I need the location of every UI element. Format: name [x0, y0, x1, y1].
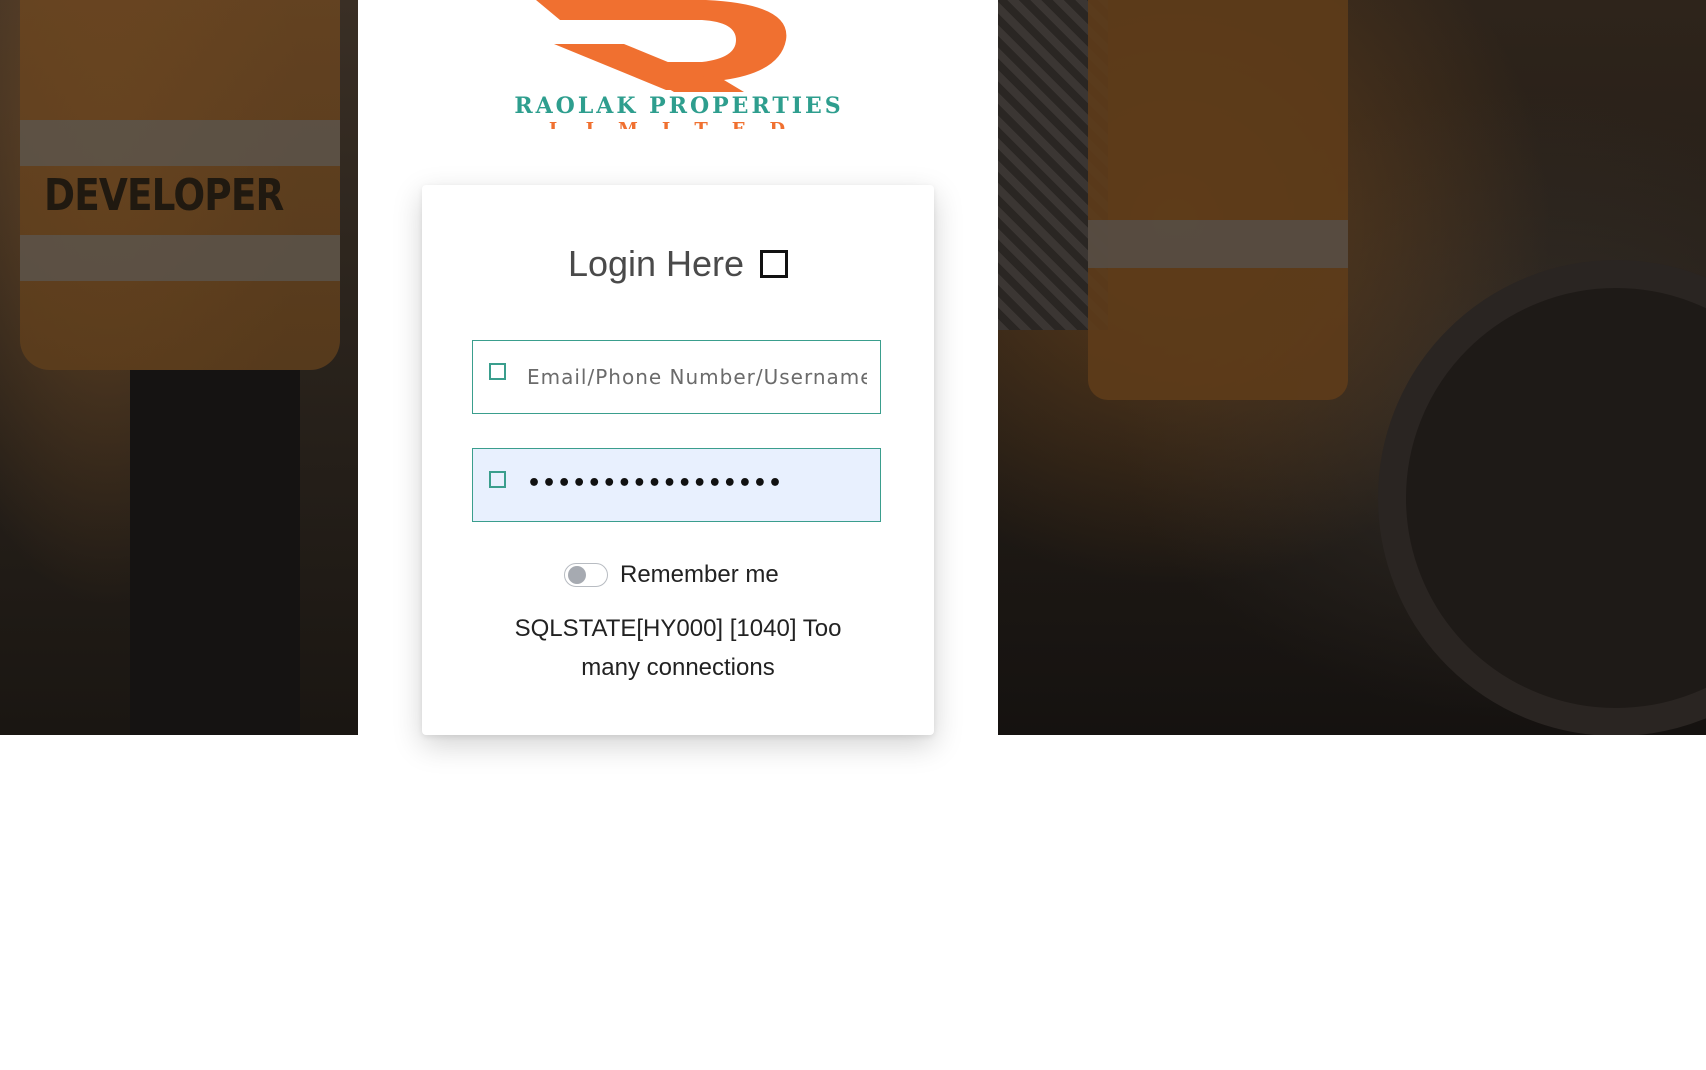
user-icon — [489, 363, 506, 380]
password-input[interactable]: ••••••••••••••••• — [527, 471, 783, 496]
safety-vest — [1088, 0, 1348, 400]
reflective-stripe — [1088, 220, 1348, 268]
background-photo-left: DEVELOPER — [0, 0, 358, 735]
reflective-stripe — [20, 235, 340, 281]
login-title-text: Login Here — [567, 243, 745, 284]
login-card: Login Here ••••••••••••••••• Remember me… — [422, 185, 934, 735]
brand-name: RAOLAK PROPERTIES — [514, 93, 843, 119]
square-icon — [760, 250, 789, 278]
lock-icon — [489, 471, 506, 488]
toggle-knob — [568, 566, 586, 584]
error-message: SQLSTATE[HY000] [1040] Too many connecti… — [514, 615, 842, 681]
remember-toggle[interactable] — [564, 563, 608, 587]
remember-label: Remember me — [620, 561, 779, 588]
brand-subtitle: LIMITED — [549, 119, 809, 135]
email-field[interactable] — [472, 340, 881, 414]
worker-legs — [130, 370, 300, 735]
login-page: DEVELOPER RAOLAK PROPERTIES LIMITED Logi… — [0, 0, 1706, 1070]
remember-me[interactable]: Remember me — [564, 559, 779, 591]
company-logo: RAOLAK PROPERTIES LIMITED — [514, 0, 843, 135]
vehicle-wheel — [1378, 260, 1706, 735]
background-photo-right — [998, 0, 1706, 735]
email-input[interactable] — [527, 341, 867, 412]
login-title: Login Here — [422, 243, 934, 285]
password-field[interactable]: ••••••••••••••••• — [472, 448, 881, 522]
vest-text: DEVELOPER — [44, 170, 284, 221]
reflective-stripe — [20, 120, 340, 166]
